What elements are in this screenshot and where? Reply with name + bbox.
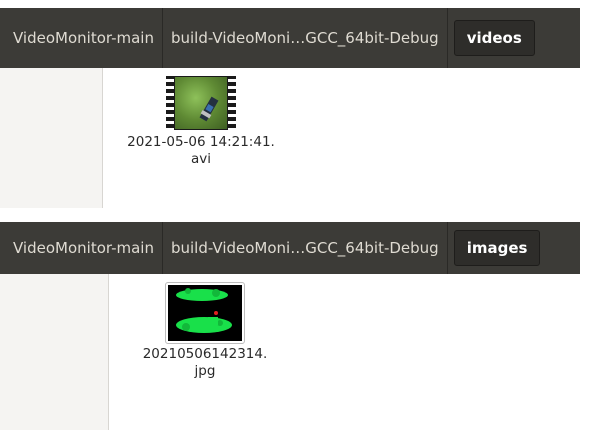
sidebar: [0, 274, 109, 430]
video-thumbnail-icon: [166, 76, 236, 130]
breadcrumb-videos[interactable]: videos: [453, 20, 535, 56]
file-extension: avi: [190, 151, 211, 167]
breadcrumb-build-folder[interactable]: build-VideoMoni…GCC_64bit-Debug: [163, 222, 448, 274]
file-manager-images: VideoMonitor-main build-VideoMoni…GCC_64…: [0, 222, 580, 430]
breadcrumb-images[interactable]: images: [453, 230, 541, 266]
file-name: 2021-05-06 14:21:41.: [127, 134, 275, 150]
path-bar: VideoMonitor-main build-VideoMoni…GCC_64…: [0, 222, 580, 274]
file-extension: jpg: [194, 363, 216, 379]
breadcrumb-videomonitor-main[interactable]: VideoMonitor-main: [9, 222, 163, 274]
file-manager-videos: VideoMonitor-main build-VideoMoni…GCC_64…: [0, 8, 580, 208]
file-item-jpg[interactable]: 20210506142314. jpg: [130, 282, 280, 380]
breadcrumb-build-folder[interactable]: build-VideoMoni…GCC_64bit-Debug: [163, 8, 448, 68]
image-thumbnail-icon: [165, 282, 245, 344]
file-item-avi[interactable]: 2021-05-06 14:21:41. avi: [118, 76, 284, 168]
file-name: 20210506142314.: [142, 346, 268, 362]
breadcrumb-videomonitor-main[interactable]: VideoMonitor-main: [9, 8, 163, 68]
path-bar: VideoMonitor-main build-VideoMoni…GCC_64…: [0, 8, 580, 68]
sidebar: [0, 68, 103, 208]
